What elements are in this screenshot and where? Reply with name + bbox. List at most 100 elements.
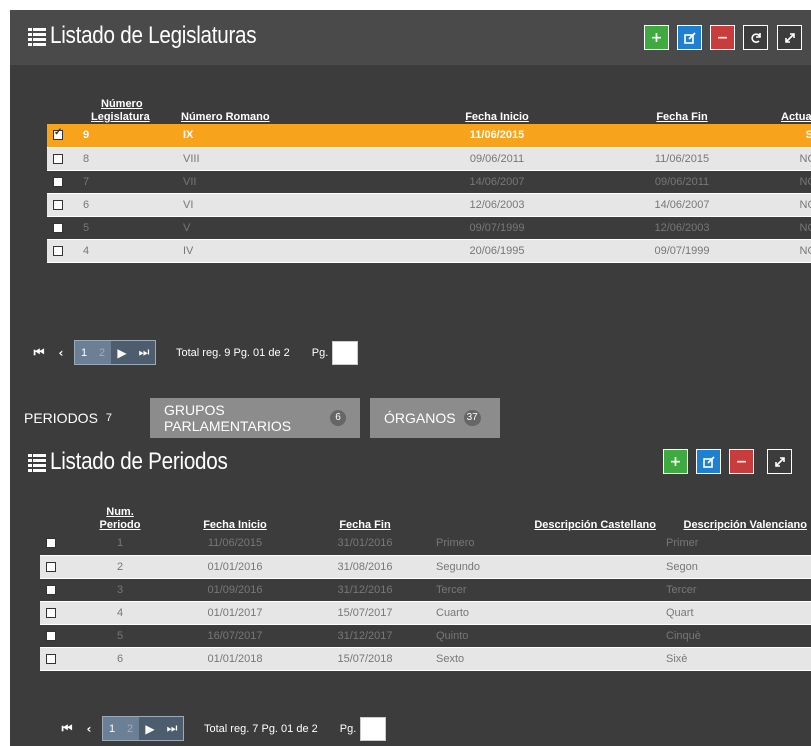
row-checkbox[interactable] — [46, 653, 56, 664]
first-page-icon[interactable]: ⏮ — [58, 721, 76, 736]
refresh-button[interactable] — [743, 25, 768, 50]
cell-fecha-inicio: 01/01/2018 — [170, 647, 300, 671]
table-row[interactable]: 8VIII09/06/201111/06/2015NO — [47, 147, 811, 171]
row-checkbox[interactable] — [53, 245, 63, 256]
cell-fecha-inicio: 16/07/2017 — [170, 624, 300, 648]
page-2-button[interactable]: 2 — [93, 341, 111, 364]
row-checkbox[interactable] — [46, 630, 56, 641]
next-page-icon[interactable]: ▶ — [139, 717, 161, 740]
main-panel: Listado de Legislaturas + − Número Legisl… — [10, 10, 811, 746]
tabs-bar: PERIODOS 7 GRUPOS PARLAMENTARIOS 6 ÓRGAN… — [10, 398, 500, 438]
table-row[interactable]: 2 01/01/2016 31/08/2016 Segundo Segon — [40, 555, 811, 579]
cell-select — [47, 147, 77, 171]
remove-legislatura-button[interactable]: − — [710, 25, 735, 50]
tab-label: PERIODOS — [24, 410, 98, 426]
table-row[interactable]: 7VII14/06/200709/06/2011NO — [47, 170, 811, 194]
col-descripcion-castellano[interactable]: Descripción Castellano — [430, 494, 660, 532]
table-row[interactable]: 4IV20/06/199509/07/1999NO — [47, 239, 811, 263]
col-fecha-fin[interactable]: Fecha Fin — [587, 88, 777, 124]
legislaturas-header: Listado de Legislaturas + − — [10, 10, 811, 65]
row-checkbox[interactable] — [53, 176, 63, 187]
prev-page-icon[interactable]: ‹ — [80, 722, 98, 736]
col-fecha-fin[interactable]: Fecha Fin — [300, 494, 430, 532]
col-select — [47, 88, 77, 124]
table-row[interactable]: 9IX11/06/2015 SI — [47, 124, 811, 148]
cell-select — [40, 647, 70, 671]
cell-actual: NO — [777, 216, 811, 240]
cell-desc-castellano: Cuarto — [430, 601, 660, 625]
row-checkbox[interactable] — [46, 584, 56, 595]
edit-legislatura-button[interactable] — [677, 25, 702, 50]
cell-fecha-inicio: 01/09/2016 — [170, 578, 300, 602]
table-row[interactable]: 1 11/06/2015 31/01/2016 Primero Primer — [40, 532, 811, 556]
cell-fecha-inicio: 14/06/2007 — [407, 170, 587, 194]
col-numero-legislatura[interactable]: Número Legislatura — [77, 88, 177, 124]
col-numero-romano[interactable]: Número Romano — [177, 88, 407, 124]
prev-page-icon[interactable]: ‹ — [52, 346, 70, 360]
page-1-button[interactable]: 1 — [75, 341, 93, 364]
row-checkbox[interactable] — [53, 222, 63, 233]
table-row[interactable]: 3 01/09/2016 31/12/2016 Tercer Tercer — [40, 578, 811, 602]
add-periodo-button[interactable]: + — [663, 449, 688, 474]
table-row[interactable]: 5 16/07/2017 31/12/2017 Quinto Cinquè — [40, 624, 811, 648]
col-fecha-inicio[interactable]: Fecha Inicio — [170, 494, 300, 532]
col-num-periodo[interactable]: Num. Periodo — [70, 494, 170, 532]
cell-fecha-inicio: 01/01/2016 — [170, 555, 300, 579]
page-input[interactable] — [360, 716, 387, 741]
minus-icon: − — [735, 453, 748, 470]
edit-icon — [702, 455, 715, 468]
row-checkbox[interactable] — [53, 127, 63, 141]
page-1-button[interactable]: 1 — [103, 717, 121, 740]
col-fecha-inicio[interactable]: Fecha Inicio — [407, 88, 587, 124]
cell-num-periodo: 1 — [70, 532, 170, 556]
cell-fecha-fin: 15/07/2018 — [300, 647, 430, 671]
row-checkbox[interactable] — [53, 153, 63, 164]
col-actual[interactable]: Actual? — [777, 88, 811, 124]
cell-actual: SI — [777, 124, 811, 148]
col-descripcion-valenciano[interactable]: Descripción Valenciano — [660, 494, 811, 532]
row-checkbox[interactable] — [53, 199, 63, 210]
first-page-icon[interactable]: ⏮ — [30, 345, 48, 360]
cell-select — [40, 532, 70, 556]
cell-select — [47, 193, 77, 217]
cell-desc-valenciano: Segon — [660, 555, 811, 579]
cell-romano: V — [177, 216, 407, 240]
row-checkbox[interactable] — [46, 607, 56, 618]
table-row[interactable]: 5V09/07/199912/06/2003NO — [47, 216, 811, 240]
cell-desc-valenciano: Quart — [660, 601, 811, 625]
tab-periodos[interactable]: PERIODOS 7 — [10, 398, 140, 438]
tab-organos[interactable]: ÓRGANOS 37 — [370, 398, 500, 438]
next-page-icon[interactable]: ▶ — [111, 341, 133, 364]
last-page-icon[interactable]: ⏭ — [161, 717, 183, 740]
cell-fecha-inicio: 20/06/1995 — [407, 239, 587, 263]
row-checkbox[interactable] — [46, 538, 56, 549]
edit-periodo-button[interactable] — [696, 449, 721, 474]
page-input[interactable] — [332, 340, 359, 365]
expand-button[interactable] — [777, 25, 802, 50]
row-checkbox[interactable] — [46, 561, 56, 572]
total-records-text: Total reg. 9 Pg. 01 de 2 — [176, 346, 290, 359]
tab-grupos-parlamentarios[interactable]: GRUPOS PARLAMENTARIOS 6 — [150, 398, 360, 438]
add-legislatura-button[interactable]: + — [644, 25, 669, 50]
cell-romano: IV — [177, 239, 407, 263]
table-row[interactable]: 4 01/01/2017 15/07/2017 Cuarto Quart — [40, 601, 811, 625]
tab-count-badge: 6 — [330, 410, 346, 426]
tab-count: 7 — [105, 412, 113, 424]
edit-icon — [683, 31, 696, 44]
cell-fecha-inicio: 11/06/2015 — [407, 124, 587, 148]
remove-periodo-button[interactable]: − — [729, 449, 754, 474]
last-page-icon[interactable]: ⏭ — [133, 341, 155, 364]
cell-numero: 8 — [77, 147, 177, 171]
cell-fecha-fin: 31/12/2017 — [300, 624, 430, 648]
periodos-pager: ⏮ ‹ 1 2 ▶ ⏭ Total reg. 7 Pg. 01 de 2 Pg. — [58, 716, 387, 741]
cell-desc-valenciano: Cinquè — [660, 624, 811, 648]
cell-select — [40, 555, 70, 579]
page-2-button[interactable]: 2 — [121, 717, 139, 740]
table-row[interactable]: 6 01/01/2018 15/07/2018 Sexto Sixè — [40, 647, 811, 671]
cell-select — [47, 239, 77, 263]
table-row[interactable]: 6VI12/06/200314/06/2007NO — [47, 193, 811, 217]
cell-select — [47, 170, 77, 194]
cell-desc-valenciano: Primer — [660, 532, 811, 556]
expand-periodos-button[interactable] — [767, 449, 792, 474]
cell-fecha-inicio: 09/06/2011 — [407, 147, 587, 171]
